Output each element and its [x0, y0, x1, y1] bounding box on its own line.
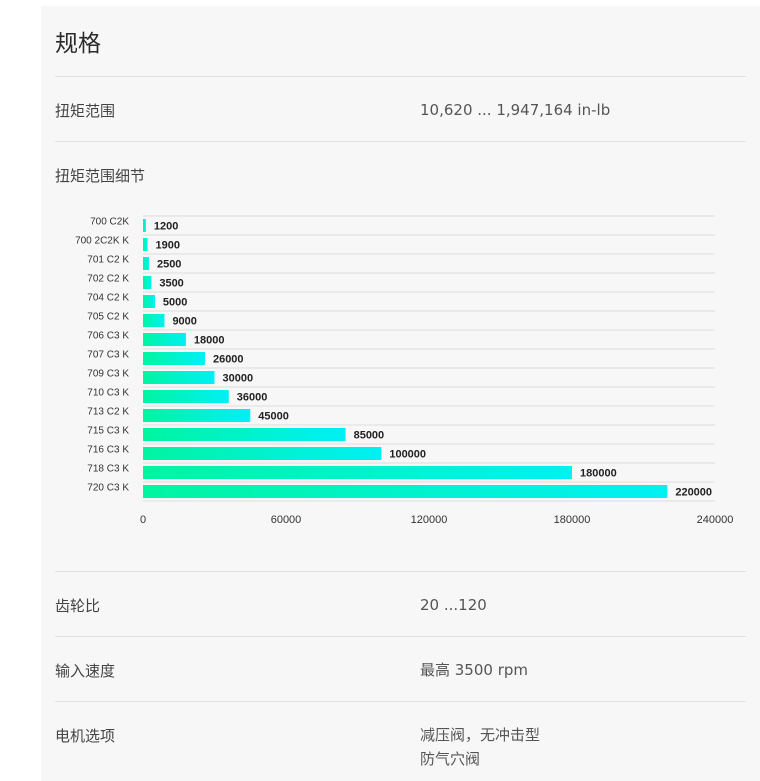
chart-category-label: 705 C2 K — [87, 312, 129, 323]
chart-bar — [143, 333, 186, 346]
chart-value-label: 85000 — [354, 430, 385, 442]
chart-category-label: 707 C3 K — [87, 350, 129, 361]
chart-bar — [143, 466, 572, 479]
chart-category-label: 713 C2 K — [87, 407, 129, 418]
chart-bar — [143, 371, 215, 384]
chart-value-label: 9000 — [172, 316, 196, 328]
chart-category-label: 718 C3 K — [87, 464, 129, 475]
chart-category-label: 720 C3 K — [87, 483, 129, 494]
chart-value-label: 2500 — [157, 259, 181, 271]
chart-bar — [143, 276, 152, 289]
chart-category-label: 709 C3 K — [87, 369, 129, 380]
chart-value-label: 1200 — [154, 221, 178, 233]
chart-value-label: 18000 — [194, 335, 225, 347]
chart-category-label: 715 C3 K — [87, 426, 129, 437]
chart-bar — [143, 428, 346, 441]
chart-x-tick-label: 0 — [140, 514, 146, 526]
chart-value-label: 30000 — [223, 373, 254, 385]
chart-bar — [143, 390, 229, 403]
chart-bar — [143, 352, 205, 365]
chart-value-label: 45000 — [258, 411, 289, 423]
chart-value-label: 220000 — [675, 487, 712, 499]
chart-category-label: 704 C2 K — [87, 293, 129, 304]
chart-bar — [143, 238, 148, 251]
chart-value-label: 100000 — [389, 449, 426, 461]
chart-bar — [143, 257, 149, 270]
chart-category-label: 700 2C2K K — [75, 236, 129, 247]
chart-value-label: 36000 — [237, 392, 268, 404]
chart-bar — [143, 447, 382, 460]
chart-category-label: 716 C3 K — [87, 445, 129, 456]
chart-bar — [143, 295, 155, 308]
chart-category-label: 710 C3 K — [87, 388, 129, 399]
chart-value-label: 3500 — [159, 278, 183, 290]
chart-category-label: 706 C3 K — [87, 331, 129, 342]
chart-bar — [143, 219, 146, 232]
torque-chart: 700 C2K 1200 700 2C2K K 1900 701 C2 K 2500 702… — [75, 215, 734, 526]
chart-value-label: 5000 — [163, 297, 187, 309]
chart-x-tick-label: 120000 — [411, 514, 448, 526]
chart-x-tick-label: 60000 — [271, 514, 302, 526]
chart-bar — [143, 409, 251, 422]
chart-x-tick-label: 180000 — [554, 514, 591, 526]
chart-x-tick-label: 240000 — [697, 514, 734, 526]
chart-category-label: 702 C2 K — [87, 274, 129, 285]
chart-value-label: 26000 — [213, 354, 244, 366]
chart-category-label: 700 C2K — [90, 217, 129, 228]
chart-value-label: 1900 — [156, 240, 180, 252]
chart-bar — [143, 314, 165, 327]
chart-value-label: 180000 — [580, 468, 617, 480]
chart-bar — [143, 485, 668, 498]
chart-category-label: 701 C2 K — [87, 255, 129, 266]
